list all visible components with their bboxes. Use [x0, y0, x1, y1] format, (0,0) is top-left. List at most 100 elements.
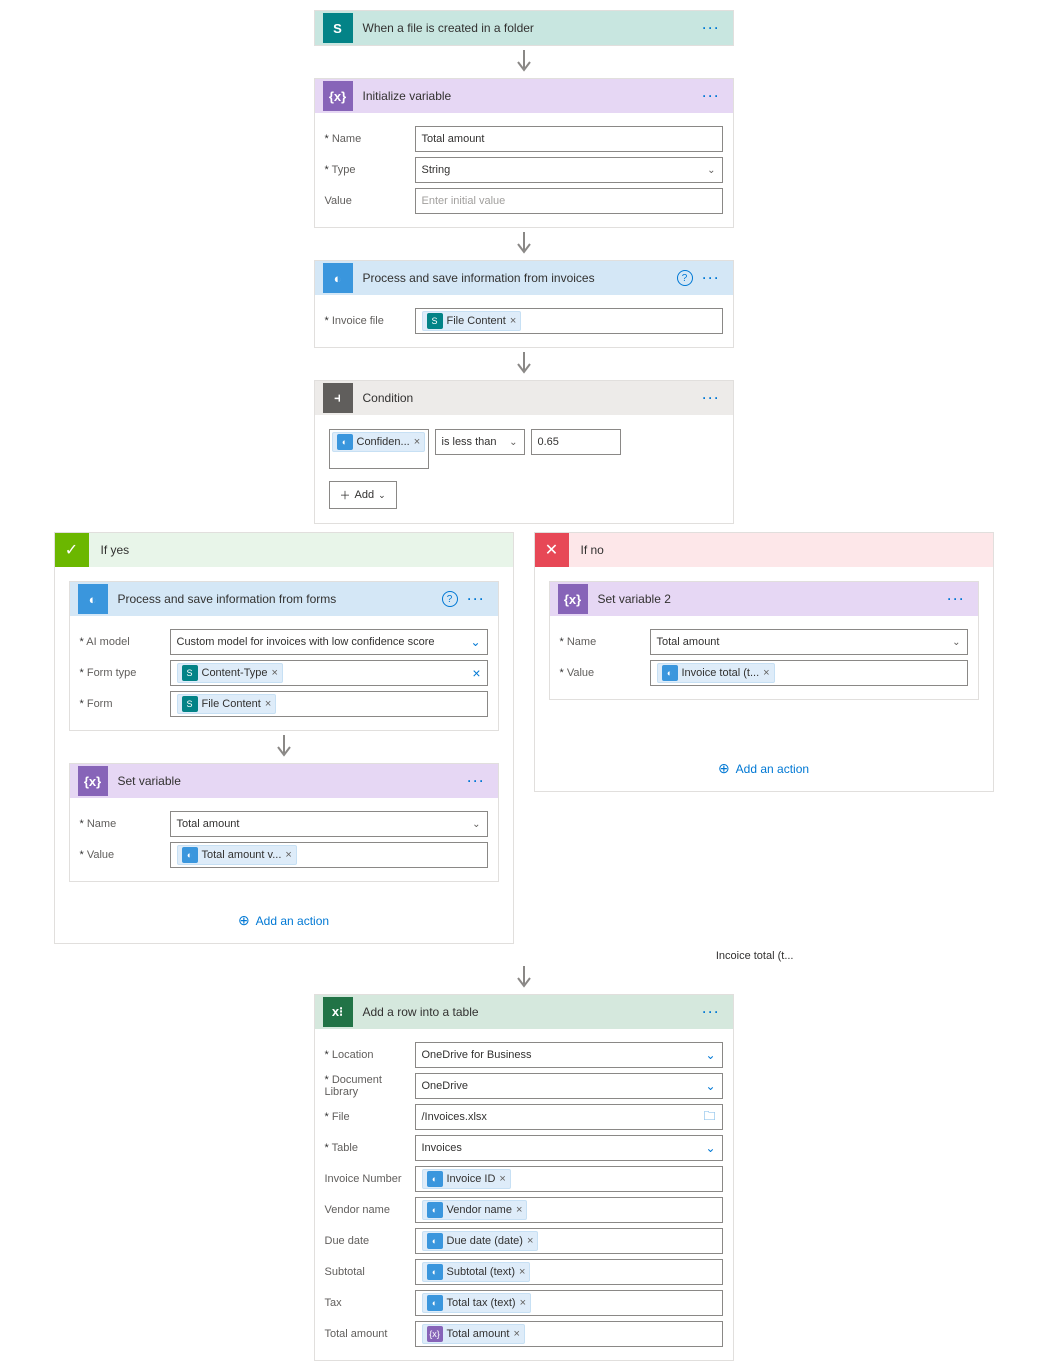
due-date-token[interactable]: ◐Due date (date)× — [422, 1231, 539, 1251]
field-label: * Type — [325, 164, 415, 176]
name-input[interactable]: Total amount — [415, 126, 723, 152]
help-icon[interactable]: ? — [677, 270, 693, 286]
invoice-total-token[interactable]: ◐Invoice total (t...× — [657, 663, 775, 683]
add-action-icon: ⊕ — [718, 760, 730, 777]
type-select[interactable]: String⌄ — [415, 157, 723, 183]
chevron-down-icon: ⌄ — [707, 165, 715, 176]
file-picker[interactable]: /Invoices.xlsx🗀 — [415, 1104, 723, 1130]
chevron-down-icon: ⌄ — [952, 637, 960, 648]
more-icon[interactable]: ··· — [944, 592, 970, 606]
process-invoices-title: Process and save information from invoic… — [353, 271, 677, 285]
condition-card[interactable]: ⫞ Condition ··· ◐Confiden...× is less th… — [314, 380, 734, 524]
vendor-name-input[interactable]: ◐Vendor name× — [415, 1197, 723, 1223]
tax-input[interactable]: ◐Total tax (text)× — [415, 1290, 723, 1316]
subtotal-token[interactable]: ◐Subtotal (text)× — [422, 1262, 531, 1282]
field-label: * Form type — [80, 667, 170, 679]
remove-token-icon[interactable]: × — [510, 315, 516, 327]
content-type-token[interactable]: SContent-Type× — [177, 663, 283, 683]
field-label: * Name — [560, 636, 650, 648]
form-input[interactable]: SFile Content× — [170, 691, 488, 717]
invoice-number-input[interactable]: ◐Invoice ID× — [415, 1166, 723, 1192]
condition-left-input[interactable]: ◐Confiden...× — [329, 429, 429, 469]
more-icon[interactable]: ··· — [699, 391, 725, 405]
if-yes-branch: ✓ If yes ◐ Process and save information … — [54, 532, 514, 944]
field-label: Due date — [325, 1235, 415, 1247]
process-invoices-card[interactable]: ◐ Process and save information from invo… — [314, 260, 734, 348]
set-variable-card[interactable]: {x} Set variable ··· * Name Total amount… — [69, 763, 499, 882]
clear-icon[interactable]: × — [472, 665, 480, 681]
field-label: Total amount — [325, 1328, 415, 1340]
remove-token-icon[interactable]: × — [513, 1328, 519, 1340]
help-icon[interactable]: ? — [442, 591, 458, 607]
remove-token-icon[interactable]: × — [499, 1173, 505, 1185]
more-icon[interactable]: ··· — [699, 1005, 725, 1019]
if-yes-header[interactable]: ✓ If yes — [55, 533, 513, 567]
table-select[interactable]: Invoices⌄ — [415, 1135, 723, 1161]
more-icon[interactable]: ··· — [699, 271, 725, 285]
due-date-input[interactable]: ◐Due date (date)× — [415, 1228, 723, 1254]
field-label: Value — [325, 195, 415, 207]
chevron-down-icon: ⌄ — [470, 635, 480, 649]
ai-model-select[interactable]: Custom model for invoices with low confi… — [170, 629, 488, 655]
more-icon[interactable]: ··· — [464, 592, 490, 606]
variable-icon: {x} — [323, 81, 353, 111]
add-action-icon: ⊕ — [238, 912, 250, 929]
remove-token-icon[interactable]: × — [272, 667, 278, 679]
add-action-button[interactable]: ⊕Add an action — [718, 760, 809, 777]
var-value-input[interactable]: ◐Total amount v...× — [170, 842, 488, 868]
arrow-down-icon — [514, 350, 534, 378]
var-name-select[interactable]: Total amount⌄ — [170, 811, 488, 837]
field-label: Tax — [325, 1297, 415, 1309]
subtotal-input[interactable]: ◐Subtotal (text)× — [415, 1259, 723, 1285]
file-content-token[interactable]: SFile Content× — [422, 311, 522, 331]
file-content-token[interactable]: SFile Content× — [177, 694, 277, 714]
vendor-name-token[interactable]: ◐Vendor name× — [422, 1200, 528, 1220]
remove-token-icon[interactable]: × — [265, 698, 271, 710]
set-variable-2-card[interactable]: {x} Set variable 2 ··· * Name Total amou… — [549, 581, 979, 700]
remove-token-icon[interactable]: × — [519, 1266, 525, 1278]
chevron-down-icon: ⌄ — [705, 1141, 715, 1155]
remove-token-icon[interactable]: × — [285, 849, 291, 861]
field-label: * Location — [325, 1049, 415, 1061]
variable-icon: {x} — [78, 766, 108, 796]
remove-token-icon[interactable]: × — [520, 1297, 526, 1309]
total-amount-input[interactable]: {x}Total amount× — [415, 1321, 723, 1347]
remove-token-icon[interactable]: × — [527, 1235, 533, 1247]
more-icon[interactable]: ··· — [699, 21, 725, 35]
process-forms-card[interactable]: ◐ Process and save information from form… — [69, 581, 499, 731]
form-type-input[interactable]: SContent-Type× × — [170, 660, 488, 686]
var-value-input[interactable]: ◐Invoice total (t...× — [650, 660, 968, 686]
tax-token[interactable]: ◐Total tax (text)× — [422, 1293, 532, 1313]
invoice-file-input[interactable]: SFile Content× — [415, 308, 723, 334]
add-action-button[interactable]: ⊕Add an action — [238, 912, 329, 929]
remove-token-icon[interactable]: × — [763, 667, 769, 679]
total-amount-var-token[interactable]: {x}Total amount× — [422, 1324, 525, 1344]
more-icon[interactable]: ··· — [699, 89, 725, 103]
add-condition-button[interactable]: ＋ Add ⌄ — [329, 481, 397, 509]
doclib-select[interactable]: OneDrive⌄ — [415, 1073, 723, 1099]
remove-token-icon[interactable]: × — [516, 1204, 522, 1216]
trigger-title: When a file is created in a folder — [353, 21, 699, 35]
field-label: * Name — [80, 818, 170, 830]
value-input[interactable]: Enter initial value — [415, 188, 723, 214]
folder-icon[interactable]: 🗀 — [703, 1107, 715, 1128]
confidence-token[interactable]: ◐Confiden...× — [332, 432, 426, 452]
condition-operator-select[interactable]: is less than⌄ — [435, 429, 525, 455]
field-label: * Document Library — [325, 1074, 415, 1098]
invoice-id-token[interactable]: ◐Invoice ID× — [422, 1169, 511, 1189]
remove-token-icon[interactable]: × — [414, 436, 420, 448]
init-var-title: Initialize variable — [353, 89, 699, 103]
var-name-select[interactable]: Total amount⌄ — [650, 629, 968, 655]
initialize-variable-card[interactable]: {x} Initialize variable ··· * Name Total… — [314, 78, 734, 228]
location-select[interactable]: OneDrive for Business⌄ — [415, 1042, 723, 1068]
field-label: * Name — [325, 133, 415, 145]
field-label: * Value — [560, 667, 650, 679]
check-icon: ✓ — [55, 533, 89, 567]
if-no-header[interactable]: ✕ If no — [535, 533, 993, 567]
total-amount-token[interactable]: ◐Total amount v...× — [177, 845, 297, 865]
add-row-card[interactable]: x⁝ Add a row into a table ··· * Location… — [314, 994, 734, 1361]
condition-value-input[interactable]: 0.65 — [531, 429, 621, 455]
ai-builder-icon: ◐ — [78, 584, 108, 614]
trigger-card[interactable]: S When a file is created in a folder ··· — [314, 10, 734, 46]
more-icon[interactable]: ··· — [464, 774, 490, 788]
